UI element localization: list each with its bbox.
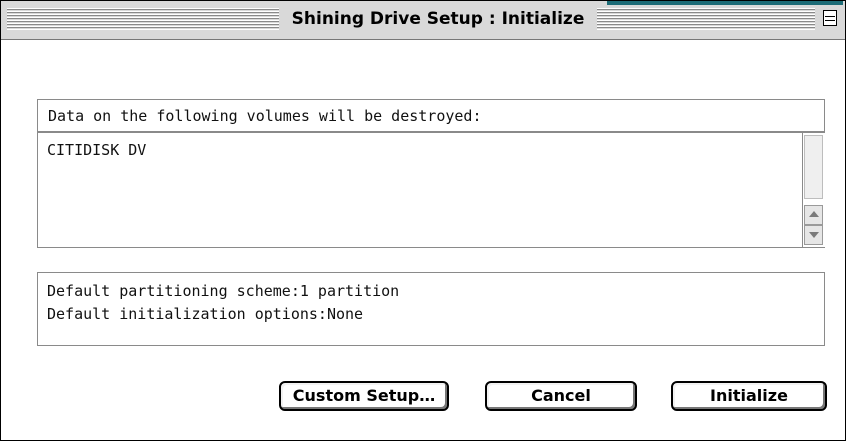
window-title: Shining Drive Setup : Initialize xyxy=(291,9,585,29)
title-bar[interactable]: Shining Drive Setup : Initialize xyxy=(1,1,845,40)
volumes-header-text: Data on the following volumes will be de… xyxy=(48,107,482,125)
scroll-up-button[interactable] xyxy=(804,205,823,225)
defaults-info: Default partitioning scheme:1 partition … xyxy=(37,272,825,346)
scrollbar-track[interactable] xyxy=(804,135,823,199)
custom-setup-button[interactable]: Custom Setup… xyxy=(279,381,449,411)
window-collapse-icon[interactable] xyxy=(823,10,837,26)
title-bar-accent xyxy=(607,1,843,5)
arrow-down-icon xyxy=(809,232,819,238)
cancel-button[interactable]: Cancel xyxy=(485,381,637,411)
initialize-button[interactable]: Initialize xyxy=(671,381,827,411)
initialize-dialog: Shining Drive Setup : Initialize Data on… xyxy=(0,0,846,441)
volumes-header: Data on the following volumes will be de… xyxy=(37,99,825,132)
list-item[interactable]: CITIDISK DV xyxy=(47,141,146,159)
arrow-up-icon xyxy=(809,211,819,217)
title-bar-stripes-right xyxy=(597,8,815,30)
volume-list-scrollbar[interactable] xyxy=(802,133,825,247)
initialization-options-text: Default initialization options:None xyxy=(47,305,364,323)
partitioning-scheme-text: Default partitioning scheme:1 partition xyxy=(47,282,400,300)
title-bar-stripes-left xyxy=(7,8,279,30)
volume-list[interactable]: CITIDISK DV xyxy=(37,132,825,248)
scroll-down-button[interactable] xyxy=(804,225,823,245)
